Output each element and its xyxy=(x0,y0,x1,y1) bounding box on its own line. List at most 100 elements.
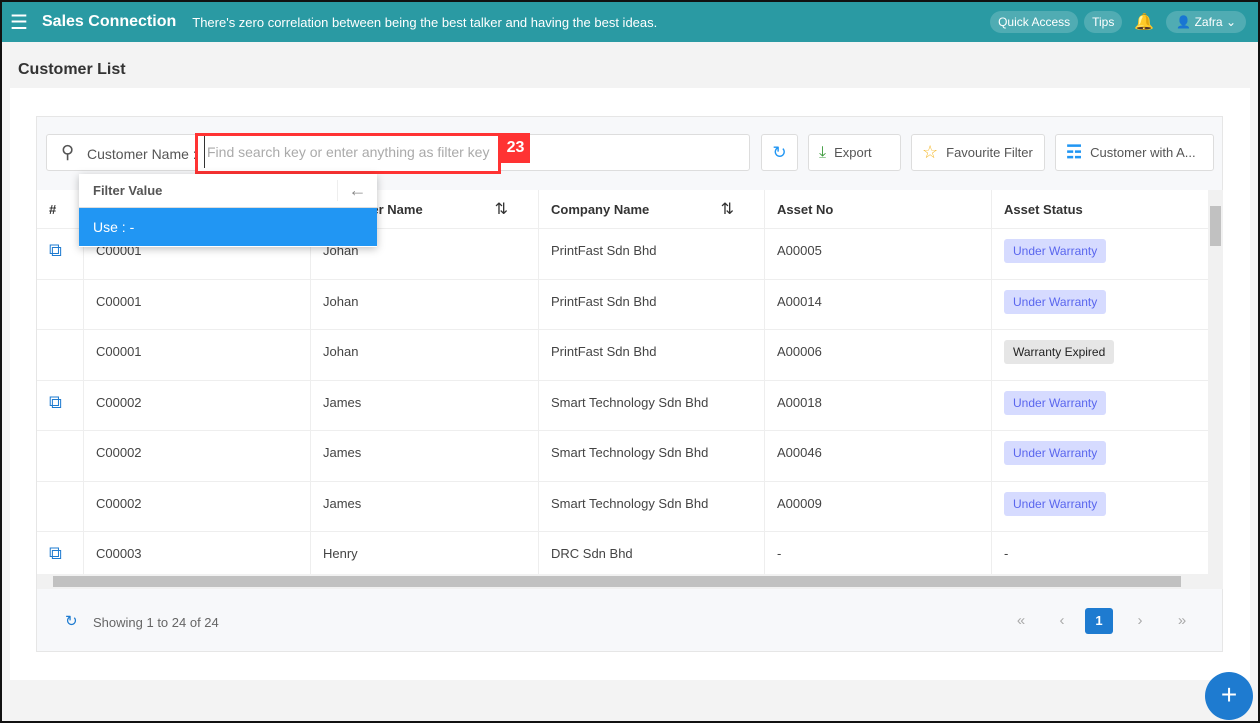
customer-table: # Customer Name⇅ Company Name⇅ Asset No … xyxy=(37,190,1208,575)
view-select-button[interactable]: ☶ Customer with A... xyxy=(1055,134,1214,171)
page-1-button[interactable]: 1 xyxy=(1085,608,1113,634)
customer-code: C00003 xyxy=(96,546,142,561)
sort-icon[interactable]: ⇅ xyxy=(495,199,508,219)
export-button[interactable]: ⤓ Export xyxy=(808,134,901,171)
back-arrow-icon[interactable]: ← xyxy=(337,180,377,201)
refresh-button[interactable]: ↻ xyxy=(761,134,798,171)
status-badge: Warranty Expired xyxy=(1004,340,1115,364)
customer-code: C00002 xyxy=(96,495,142,511)
cell-asset: A00005 xyxy=(765,229,992,279)
cell-name: Henry xyxy=(311,532,539,575)
cell-code: C00003 xyxy=(84,532,311,575)
cell-name: Johan xyxy=(311,279,539,329)
cell-asset: A00009 xyxy=(765,481,992,531)
cell-code: C00002 xyxy=(84,431,311,481)
search-input-highlight xyxy=(195,133,501,174)
status-badge: Under Warranty xyxy=(1004,289,1107,314)
add-button[interactable]: + xyxy=(1205,672,1253,720)
cell-link xyxy=(37,330,84,380)
cell-status: Under Warranty xyxy=(992,482,1208,532)
company-name: Smart Technology Sdn Bhd xyxy=(551,394,709,410)
cell-asset: A00018 xyxy=(765,380,992,430)
menu-icon[interactable]: ☰ xyxy=(10,10,28,35)
status-badge: Under Warranty xyxy=(1004,239,1107,263)
cell-status: Warranty Expired xyxy=(992,330,1208,380)
asset-no: A00009 xyxy=(777,495,822,511)
favourite-filter-button[interactable]: ☆ Favourite Filter xyxy=(911,134,1045,171)
favourite-label: Favourite Filter xyxy=(946,145,1033,160)
scroll-thumb[interactable] xyxy=(53,576,1181,587)
table-row[interactable]: C00002 James Smart Technology Sdn Bhd A0… xyxy=(37,481,1208,532)
sort-icon[interactable]: ⇅ xyxy=(721,199,734,219)
star-icon: ☆ xyxy=(922,142,939,162)
cell-company: DRC Sdn Bhd xyxy=(539,532,765,575)
customer-code: C00002 xyxy=(96,445,142,460)
table-row[interactable]: ⧉ C00002 James Smart Technology Sdn Bhd … xyxy=(37,380,1208,431)
cell-link xyxy=(37,481,84,531)
customer-name: James xyxy=(323,394,362,410)
table-row[interactable]: C00001 Johan PrintFast Sdn Bhd A00006 Wa… xyxy=(37,330,1208,381)
cell-company: PrintFast Sdn Bhd xyxy=(539,229,765,279)
col-asset-no[interactable]: Asset No xyxy=(765,190,992,228)
first-page-button[interactable]: « xyxy=(1007,608,1035,634)
bell-icon[interactable]: 🔔 xyxy=(1134,12,1154,32)
cell-asset: A00046 xyxy=(765,431,992,481)
customer-code: C00001 xyxy=(96,344,142,359)
asset-no: A00046 xyxy=(777,445,822,460)
cell-status: Under Warranty xyxy=(992,280,1208,330)
table-row[interactable]: C00001 Johan PrintFast Sdn Bhd A00014 Un… xyxy=(37,279,1208,330)
company-name: Smart Technology Sdn Bhd xyxy=(551,495,709,511)
user-name: Zafra xyxy=(1194,15,1223,29)
vertical-scrollbar[interactable] xyxy=(1208,190,1223,575)
company-name: PrintFast Sdn Bhd xyxy=(551,243,657,258)
table-row[interactable]: ⧉ C00003 Henry DRC Sdn Bhd - - xyxy=(37,532,1208,575)
status-badge: Under Warranty xyxy=(1004,491,1107,516)
columns-icon: ☶ xyxy=(1066,142,1083,162)
cell-company: PrintFast Sdn Bhd xyxy=(539,279,765,329)
cell-name: Johan xyxy=(311,330,539,380)
external-link-icon[interactable]: ⧉ xyxy=(49,543,62,564)
last-page-button[interactable]: » xyxy=(1168,608,1196,634)
cell-link: ⧉ xyxy=(37,380,84,430)
asset-no: - xyxy=(777,546,782,561)
customer-name: Johan xyxy=(323,344,359,359)
customer-name: James xyxy=(323,495,362,511)
search-input[interactable] xyxy=(204,136,494,168)
cell-link xyxy=(37,431,84,481)
cell-status: Under Warranty xyxy=(992,229,1208,279)
app-title: Sales Connection xyxy=(42,13,177,30)
asset-no: A00018 xyxy=(777,394,822,410)
cell-name: James xyxy=(311,481,539,531)
prev-page-button[interactable]: ‹ xyxy=(1048,608,1076,634)
top-bar: ☰ Sales Connection There's zero correlat… xyxy=(2,2,1258,42)
table-row[interactable]: C00002 James Smart Technology Sdn Bhd A0… xyxy=(37,431,1208,482)
status-badge: Under Warranty xyxy=(1004,441,1107,465)
horizontal-scrollbar[interactable] xyxy=(37,574,1223,589)
cell-link: ⧉ xyxy=(37,229,84,279)
dropdown-option[interactable]: Use : - xyxy=(79,208,377,246)
user-icon: 👤 xyxy=(1176,15,1192,29)
scroll-thumb[interactable] xyxy=(1210,206,1221,246)
company-name: DRC Sdn Bhd xyxy=(551,546,633,561)
cell-code: C00001 xyxy=(84,279,311,329)
chevron-down-icon: ⌄ xyxy=(1225,15,1236,29)
col-company-name[interactable]: Company Name ⇅ xyxy=(539,190,765,228)
cell-name: James xyxy=(311,431,539,481)
cell-asset: - xyxy=(765,532,992,575)
asset-no: A00014 xyxy=(777,293,822,309)
status-badge: - xyxy=(1004,546,1009,561)
customer-code: C00002 xyxy=(96,394,142,410)
next-page-button[interactable]: › xyxy=(1126,608,1154,634)
quick-access-button[interactable]: Quick Access xyxy=(990,11,1079,33)
external-link-icon[interactable]: ⧉ xyxy=(49,240,62,261)
cell-company: PrintFast Sdn Bhd xyxy=(539,330,765,380)
user-menu[interactable]: 👤 Zafra ⌄ xyxy=(1166,11,1246,33)
external-link-icon[interactable]: ⧉ xyxy=(49,392,62,413)
cell-code: C00002 xyxy=(84,380,311,430)
customer-name: James xyxy=(323,445,362,460)
col-asset-status[interactable]: Asset Status xyxy=(992,190,1208,228)
asset-no: A00006 xyxy=(777,344,822,359)
refresh-icon[interactable]: ↻ xyxy=(65,612,78,630)
tips-button[interactable]: Tips xyxy=(1084,11,1123,33)
cell-company: Smart Technology Sdn Bhd xyxy=(539,431,765,481)
